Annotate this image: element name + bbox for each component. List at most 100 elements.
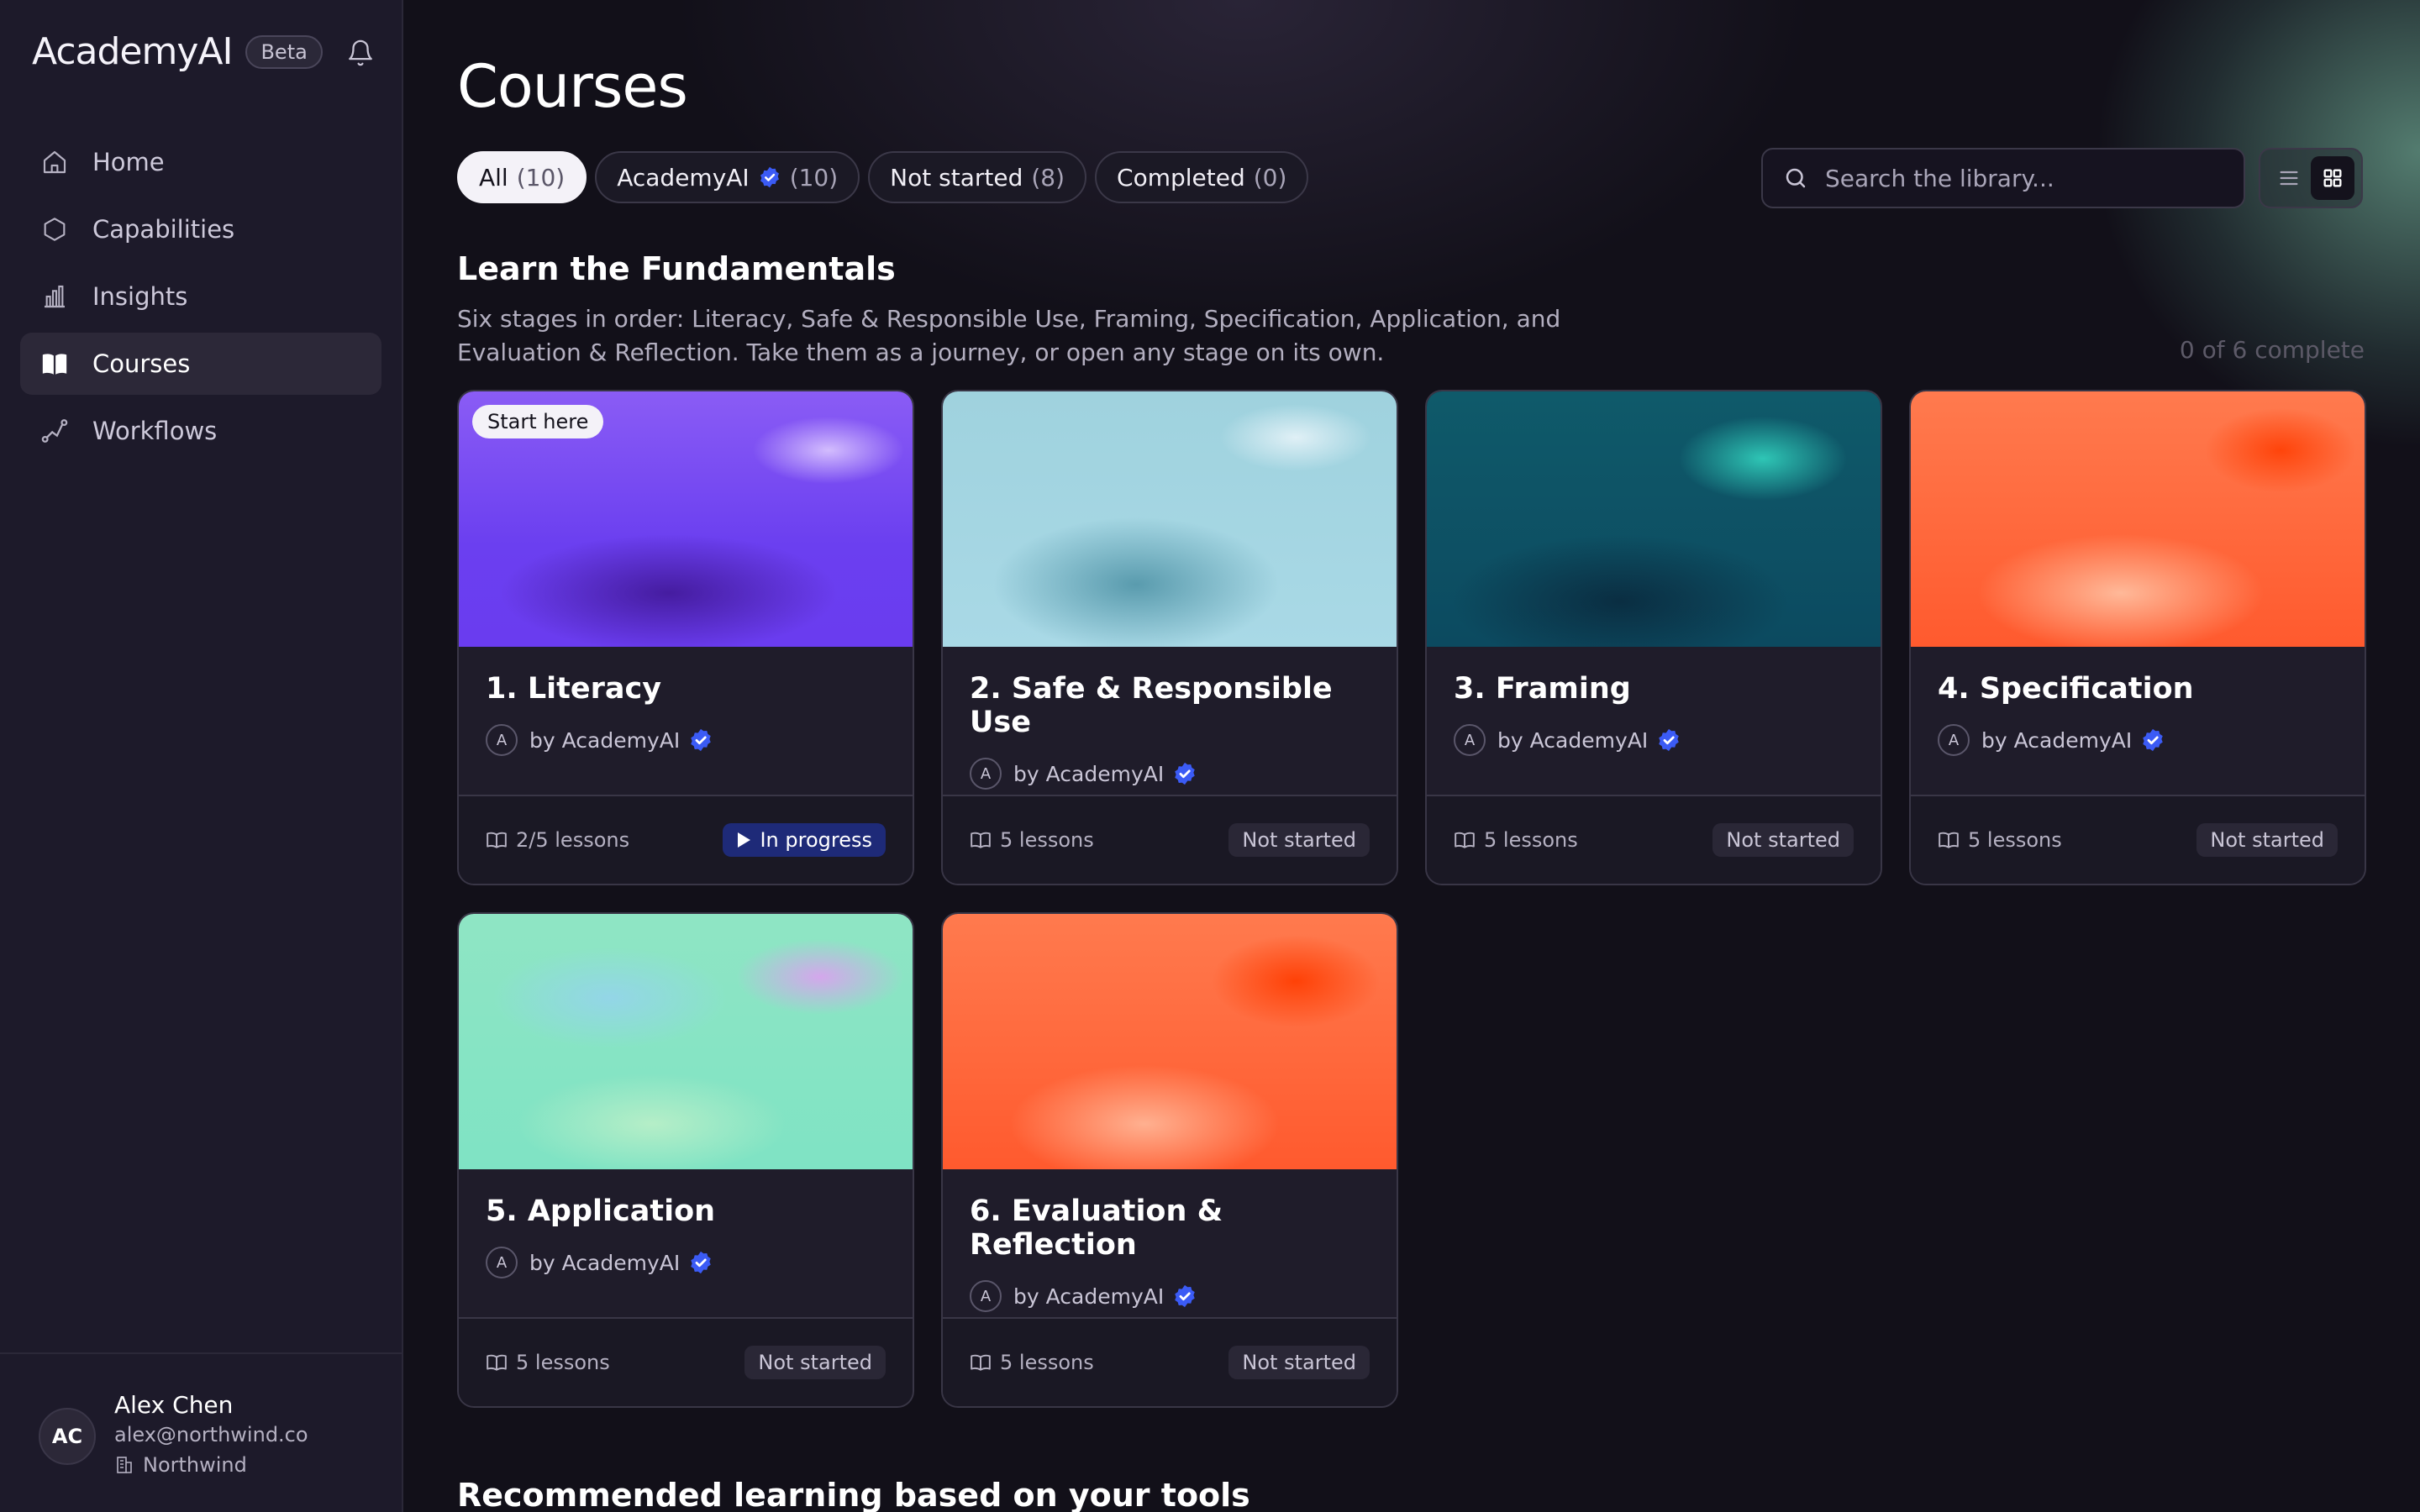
filter-chip-all[interactable]: All (10)	[457, 151, 587, 203]
sidebar-item-capabilities[interactable]: Capabilities	[20, 198, 381, 260]
filter-chip-count: (0)	[1253, 163, 1287, 192]
search-input[interactable]	[1825, 164, 2228, 192]
course-author: A by AcademyAI	[486, 1247, 886, 1278]
course-title: 3. Framing	[1454, 672, 1631, 706]
page-title: Courses	[457, 52, 688, 121]
author-name: by AcademyAI	[1497, 727, 1649, 753]
list-icon	[2280, 171, 2298, 186]
sidebar-item-label: Capabilities	[92, 215, 235, 244]
filter-chip-label: All	[479, 163, 508, 192]
sidebar-item-label: Courses	[92, 349, 191, 378]
sidebar-item-workflows[interactable]: Workflows	[20, 400, 381, 462]
verified-icon	[2140, 727, 2165, 753]
course-cover	[943, 391, 1397, 647]
filter-chip-count: (10)	[516, 163, 566, 192]
home-icon	[40, 148, 69, 176]
author-name: by AcademyAI	[1013, 761, 1165, 786]
lesson-count: 5 lessons	[970, 1351, 1094, 1374]
book-icon	[40, 349, 69, 378]
course-card-framing[interactable]: 3. Framing A by AcademyAI 5 lessons Not …	[1425, 390, 1882, 885]
course-cover	[1911, 391, 2365, 647]
verified-icon	[1656, 727, 1681, 753]
course-author: A by AcademyAI	[486, 724, 886, 756]
bell-icon[interactable]	[346, 39, 375, 67]
status-badge: Not started	[744, 1346, 886, 1379]
verified-icon	[758, 165, 781, 189]
list-view-button[interactable]	[2267, 156, 2311, 200]
course-title: 2. Safe & Responsible Use	[970, 672, 1333, 739]
section-description: Six stages in order: Literacy, Safe & Re…	[457, 305, 1561, 366]
lesson-count: 5 lessons	[486, 1351, 610, 1374]
lesson-count: 5 lessons	[1454, 828, 1578, 852]
status-badge: Not started	[1712, 823, 1854, 857]
author-avatar: A	[1454, 724, 1486, 756]
course-cover	[943, 914, 1397, 1169]
course-card-safe-responsible-use[interactable]: 2. Safe & Responsible Use A by AcademyAI…	[941, 390, 1398, 885]
search-icon	[1786, 168, 1806, 188]
avatar[interactable]: AC	[39, 1408, 96, 1465]
course-author: A by AcademyAI	[970, 758, 1370, 790]
user-email: alex@northwind.co	[114, 1423, 308, 1446]
app-logo[interactable]: AcademyAI Beta	[32, 30, 323, 73]
lesson-count: 5 lessons	[1938, 828, 2062, 852]
author-name: by AcademyAI	[529, 727, 681, 753]
status-badge: Not started	[1228, 823, 1370, 857]
sidebar-item-insights[interactable]: Insights	[20, 265, 381, 328]
play-icon	[738, 832, 751, 848]
user-name: Alex Chen	[114, 1391, 234, 1419]
filter-chip-completed[interactable]: Completed (0)	[1095, 151, 1309, 203]
filter-chip-not-started[interactable]: Not started (8)	[868, 151, 1087, 203]
filter-chip-label: Completed	[1117, 163, 1245, 192]
course-card-application[interactable]: 5. Application A by AcademyAI 5 lessons …	[457, 912, 914, 1408]
filter-chip-count: (10)	[789, 163, 839, 192]
status-badge: Not started	[1228, 1346, 1370, 1379]
course-card-evaluation-reflection[interactable]: 6. Evaluation & Reflection A by AcademyA…	[941, 912, 1398, 1408]
verified-icon	[688, 1250, 713, 1275]
book-open-icon	[487, 1354, 507, 1371]
book-open-icon	[1939, 832, 1959, 848]
author-name: by AcademyAI	[1013, 1284, 1165, 1309]
grid-view-button[interactable]	[2311, 156, 2354, 200]
author-name: by AcademyAI	[529, 1250, 681, 1275]
workflow-icon	[40, 417, 69, 445]
filter-chips: All (10) AcademyAI (10) Not started (8) …	[457, 151, 1317, 203]
book-open-icon	[1455, 832, 1475, 848]
lesson-count: 2/5 lessons	[486, 828, 629, 852]
search-box[interactable]	[1761, 148, 2245, 208]
course-cover	[1427, 391, 1881, 647]
sidebar-nav: Home Capabilities Insights Courses Workf…	[20, 131, 381, 467]
book-open-icon	[971, 832, 991, 848]
book-open-icon	[487, 832, 507, 848]
filter-chip-label: Not started	[890, 163, 1023, 192]
verified-icon	[1172, 761, 1197, 786]
author-avatar: A	[1938, 724, 1970, 756]
course-card-specification[interactable]: 4. Specification A by AcademyAI 5 lesson…	[1909, 390, 2366, 885]
filter-chip-label: AcademyAI	[617, 163, 750, 192]
course-title: 6. Evaluation & Reflection	[970, 1194, 1223, 1262]
user-org-name: Northwind	[143, 1453, 247, 1477]
book-open-icon	[971, 1354, 991, 1371]
sidebar-item-label: Insights	[92, 282, 188, 311]
filter-chip-academyai[interactable]: AcademyAI (10)	[595, 151, 860, 203]
status-badge: In progress	[723, 823, 886, 857]
course-card-literacy[interactable]: Start here 1. Literacy A by AcademyAI 2/…	[457, 390, 914, 885]
status-badge: Not started	[2196, 823, 2338, 857]
sidebar: AcademyAI Beta Home Capabilities Insight…	[0, 0, 403, 1512]
recommended-section-title: Recommended learning based on your tools	[457, 1477, 1250, 1512]
verified-icon	[688, 727, 713, 753]
course-title: 5. Application	[486, 1194, 716, 1228]
course-author: A by AcademyAI	[1938, 724, 2338, 756]
course-author: A by AcademyAI	[1454, 724, 1854, 756]
sidebar-item-home[interactable]: Home	[20, 131, 381, 193]
start-here-badge: Start here	[472, 405, 604, 438]
sidebar-item-courses[interactable]: Courses	[20, 333, 381, 395]
lesson-count: 5 lessons	[970, 828, 1094, 852]
course-title: 1. Literacy	[486, 672, 662, 706]
bar-chart-icon	[40, 282, 69, 311]
user-profile[interactable]: AC Alex Chen alex@northwind.co Northwind	[0, 1352, 402, 1512]
section-title: Learn the Fundamentals	[457, 250, 896, 287]
grid-icon	[2323, 169, 2342, 187]
course-author: A by AcademyAI	[970, 1280, 1370, 1312]
beta-badge: Beta	[245, 34, 323, 69]
author-name: by AcademyAI	[1981, 727, 2133, 753]
